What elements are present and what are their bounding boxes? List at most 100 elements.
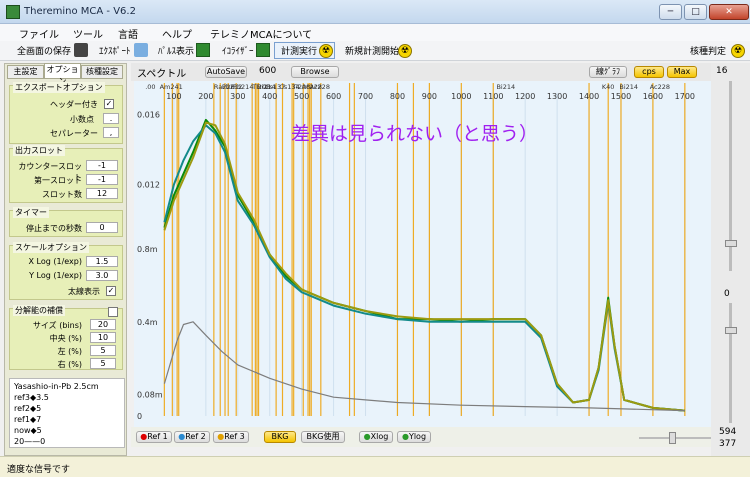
equalizer-icon[interactable] xyxy=(256,43,270,57)
size-field[interactable]: 20 xyxy=(90,319,116,330)
note-line: 20——0 xyxy=(14,437,46,446)
slots-field[interactable]: 12 xyxy=(86,188,118,199)
scale-options-title: スケールオプション xyxy=(13,242,89,253)
x-tick-label: 400 xyxy=(262,92,277,101)
y-tick-label: 0 xyxy=(137,412,142,421)
ylog-field[interactable]: 3.0 xyxy=(86,270,118,281)
browse-button[interactable]: Browse xyxy=(291,66,339,78)
right-pct-field[interactable]: 5 xyxy=(90,358,116,369)
window-title: Theremino MCA - V6.2 xyxy=(24,6,136,17)
thick-line-label: 太線表示 xyxy=(68,287,100,296)
radiation-icon-3: ☢ xyxy=(731,44,745,58)
right-controls: 16 0 594 377 xyxy=(711,63,750,456)
status-text: 適度な信号です xyxy=(7,465,71,475)
export-options-title: エクスポートオプション xyxy=(13,82,105,93)
x-tick-label: 1000 xyxy=(451,92,471,101)
value-377: 377 xyxy=(719,439,737,449)
y-tick-label: 0.4m xyxy=(137,318,158,327)
menu-file[interactable]: ファイル xyxy=(19,26,59,41)
x-tick-label: 500 xyxy=(294,92,309,101)
notes-box[interactable]: Yasashio-in-Pb 2.5cm ref3◆3.5 ref2◆5 ref… xyxy=(9,378,125,448)
xlog-field[interactable]: 1.5 xyxy=(86,256,118,267)
close-button[interactable]: ✕ xyxy=(709,4,749,20)
resolution-title: 分解能の補償 xyxy=(13,305,65,316)
isotope-label: Ac228 xyxy=(650,83,670,91)
ref1-label: Ref 1 xyxy=(147,432,168,441)
vertical-slider-2[interactable] xyxy=(729,303,732,423)
stop-seconds-field[interactable]: 0 xyxy=(86,222,118,233)
x-tick-label: 1700 xyxy=(675,92,695,101)
pulse-icon[interactable] xyxy=(196,43,210,57)
note-line: ref2◆5 xyxy=(14,404,42,413)
x-tick-label: 1600 xyxy=(643,92,663,101)
resolution-checkbox[interactable] xyxy=(108,307,118,317)
vertical-slider-2-thumb[interactable] xyxy=(725,327,737,334)
equalizer-button[interactable]: ｲｺﾗｲｻﾞｰ xyxy=(222,44,254,57)
toolbar: 全画面の保存 ｴｸｽﾎﾟｰﾄ ﾊﾟﾙｽ表示 ｲｺﾗｲｻﾞｰ 計測実行 ☢ 新規計… xyxy=(0,41,750,61)
ref2-button[interactable]: ●Ref 2 xyxy=(174,431,210,443)
y-tick-label: 0.08m xyxy=(137,390,163,399)
xlog-button[interactable]: ●Xlog xyxy=(359,431,393,443)
menu-tools[interactable]: ツール xyxy=(73,26,103,41)
tab-nuclide[interactable]: 核種設定 xyxy=(81,65,123,79)
x-tick-label: 1500 xyxy=(611,92,631,101)
isotope-label: .00 xyxy=(145,83,155,91)
x-tick-label: 600 xyxy=(326,92,341,101)
minimize-button[interactable]: ─ xyxy=(659,4,682,20)
app-icon xyxy=(6,5,20,19)
menu-language[interactable]: 言語 xyxy=(118,26,138,41)
bkg-use-button[interactable]: BKG使用 xyxy=(301,431,345,443)
bkg-button[interactable]: BKG xyxy=(264,431,296,443)
header-checkbox[interactable]: ✓ xyxy=(104,99,114,109)
x-tick-label: 300 xyxy=(230,92,245,101)
autosave-value[interactable]: 600 xyxy=(259,66,276,76)
decimal-label: 小数点 xyxy=(70,115,94,124)
menu-help[interactable]: ヘルプ xyxy=(162,26,192,41)
counter-slot-field[interactable]: -1 xyxy=(86,160,118,171)
tab-main[interactable]: 主設定 xyxy=(7,65,44,79)
decimal-field[interactable]: . xyxy=(103,113,119,124)
ylog-label: Ylog xyxy=(408,432,427,441)
center-field[interactable]: 10 xyxy=(90,332,116,343)
radiation-icon: ☢ xyxy=(319,44,333,58)
ylog-button[interactable]: ●Ylog xyxy=(397,431,431,443)
isotope-label: Am241 xyxy=(160,83,183,91)
center-label: 中央 (%) xyxy=(49,334,82,343)
run-button[interactable]: 計測実行 xyxy=(281,44,317,57)
thick-line-checkbox[interactable]: ✓ xyxy=(106,286,116,296)
bottom-slider-thumb[interactable] xyxy=(669,432,676,444)
max-button[interactable]: Max xyxy=(667,66,697,78)
export-button[interactable]: ｴｸｽﾎﾟｰﾄ xyxy=(99,44,131,57)
ref3-button[interactable]: ●Ref 3 xyxy=(213,431,249,443)
camera-icon[interactable] xyxy=(74,43,88,57)
x-tick-label: 900 xyxy=(422,92,437,101)
cps-button[interactable]: cps xyxy=(634,66,664,78)
left-pct-field[interactable]: 5 xyxy=(90,345,116,356)
first-slot-field[interactable]: -1 xyxy=(86,174,118,185)
export-icon[interactable] xyxy=(134,43,148,57)
xlog-label: Xlog xyxy=(370,432,389,441)
separator-field[interactable]: , xyxy=(103,127,119,138)
save-screen-button[interactable]: 全画面の保存 xyxy=(17,44,71,57)
top-value: 16 xyxy=(716,66,728,76)
menu-about[interactable]: テレミノMCAについて xyxy=(210,26,312,41)
mid-value: 0 xyxy=(724,289,730,299)
ref1-button[interactable]: ●Ref 1 xyxy=(136,431,172,443)
left-pct-label: 左 (%) xyxy=(57,347,82,356)
vertical-slider-1-thumb[interactable] xyxy=(725,240,737,247)
new-run-button[interactable]: 新規計測開始 xyxy=(345,44,399,57)
spectrum-label: スペクトル xyxy=(137,69,187,80)
maximize-button[interactable]: □ xyxy=(684,4,707,20)
line-graph-button[interactable]: 線ｸﾞﾗﾌ xyxy=(589,66,627,78)
x-tick-label: 1300 xyxy=(547,92,567,101)
nuclide-button[interactable]: 核種判定 xyxy=(690,44,726,57)
tab-options[interactable]: オプション xyxy=(44,63,81,86)
pulse-button[interactable]: ﾊﾟﾙｽ表示 xyxy=(158,44,194,57)
stop-seconds-label: 停止までの秒数 xyxy=(26,224,82,233)
output-slots-title: 出力スロット xyxy=(13,145,65,156)
size-label: サイズ (bins) xyxy=(32,321,82,330)
isotope-label: Ac228 xyxy=(310,83,330,91)
autosave-button[interactable]: AutoSave xyxy=(205,66,247,78)
chart-controls: ●Ref 1 ●Ref 2 ●Ref 3 BKG BKG使用 ●Xlog ●Yl… xyxy=(131,427,711,447)
timer-title: タイマー xyxy=(13,207,49,218)
